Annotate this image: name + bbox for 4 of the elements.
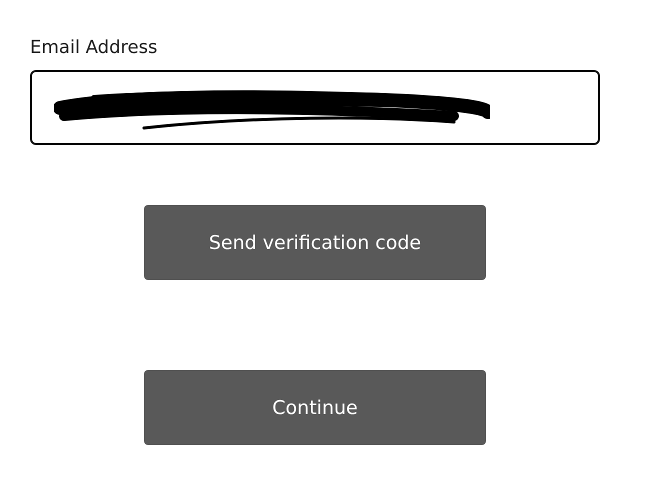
field-label: Email Address: [30, 37, 158, 59]
email-field[interactable]: [30, 70, 600, 145]
continue-button[interactable]: Continue: [144, 370, 486, 445]
send-code-button[interactable]: Send verification code: [144, 205, 486, 280]
